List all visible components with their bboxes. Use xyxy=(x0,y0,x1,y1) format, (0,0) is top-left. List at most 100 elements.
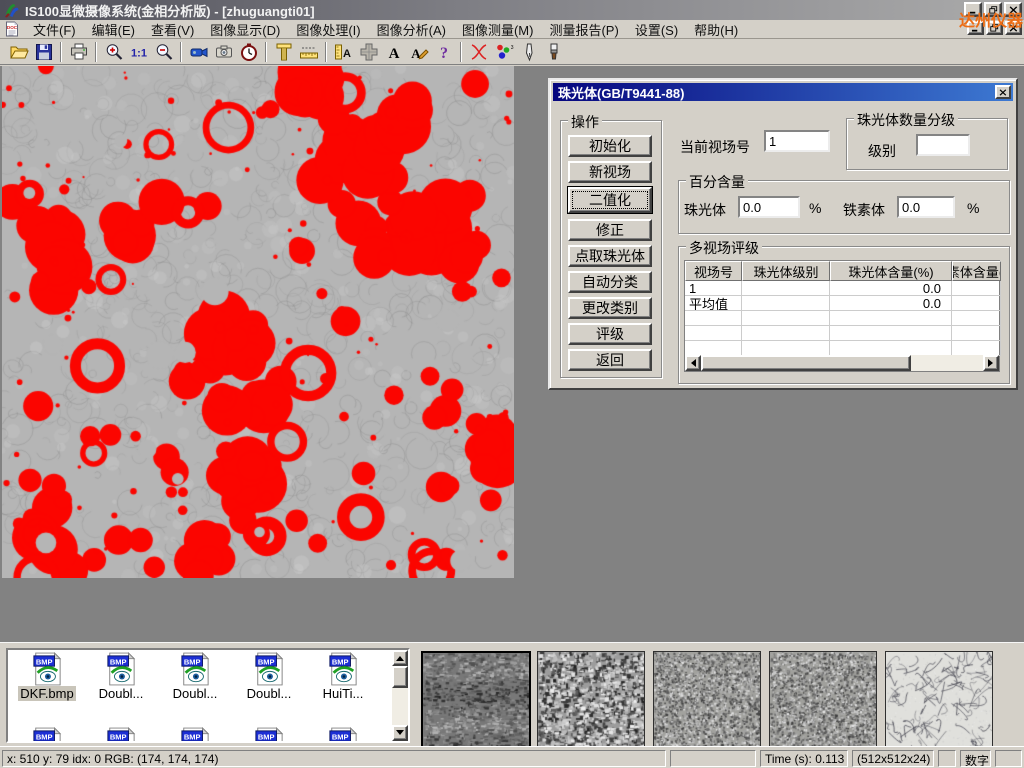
menu-item-4[interactable]: 图像处理(I) xyxy=(288,19,368,40)
scrollbar-thumb[interactable] xyxy=(392,666,408,688)
specimen-thumbnail-5[interactable] xyxy=(885,651,993,747)
save-icon[interactable] xyxy=(31,40,56,63)
dialog-close-button[interactable] xyxy=(995,85,1011,99)
file-item-partial-4[interactable]: BMP xyxy=(306,727,380,743)
table-row[interactable]: 平均值0.0 xyxy=(685,296,999,311)
op-button-correct[interactable]: 修正 xyxy=(568,219,652,241)
op-button-grade[interactable]: 评级 xyxy=(568,323,652,345)
op-button-return[interactable]: 返回 xyxy=(568,349,652,371)
restore-button[interactable] xyxy=(984,2,1002,17)
scroll-right-arrow-icon[interactable] xyxy=(983,355,999,371)
file-item-3[interactable]: BMPDoubl... xyxy=(232,652,306,701)
pearlite-percent-input[interactable]: 0.0 xyxy=(738,196,800,218)
file-item-4[interactable]: BMPHuiTi... xyxy=(306,652,380,701)
specimen-thumbnail-4[interactable] xyxy=(769,651,877,747)
menu-item-8[interactable]: 设置(S) xyxy=(627,19,686,40)
file-item-partial-1[interactable]: BMP xyxy=(84,727,158,743)
title-bar: IS100显微摄像系统(金相分析版) - [zhuguangti01] xyxy=(0,0,1024,20)
spline-tool-icon[interactable] xyxy=(466,40,491,63)
timer-clock-icon[interactable] xyxy=(236,40,261,63)
mdi-close-button[interactable] xyxy=(1005,21,1022,35)
specimen-thumbnail-3[interactable] xyxy=(653,651,761,747)
op-button-new-field[interactable]: 新视场 xyxy=(568,161,652,183)
multi-view-table[interactable]: 视场号珠光体级别珠光体含量(%)铁素体含量(%) 10.0平均值0.0 xyxy=(684,260,1000,372)
paint-brush-icon[interactable] xyxy=(541,40,566,63)
op-button-change-class[interactable]: 更改类别 xyxy=(568,297,652,319)
help-icon[interactable]: ? xyxy=(431,40,456,63)
current-view-input[interactable]: 1 xyxy=(764,130,830,152)
table-header-1[interactable]: 珠光体级别 xyxy=(742,261,830,281)
capture-camera-icon[interactable] xyxy=(211,40,236,63)
metallographic-image[interactable] xyxy=(2,66,514,578)
actual-size-icon[interactable]: 1:1 xyxy=(126,40,151,63)
level-input[interactable] xyxy=(916,134,970,156)
window-title: IS100显微摄像系统(金相分析版) - [zhuguangti01] xyxy=(25,1,315,20)
ferrite-percent-input[interactable]: 0.0 xyxy=(897,196,955,218)
classify-balls-icon[interactable]: 3 xyxy=(491,40,516,63)
open-folder-icon[interactable] xyxy=(6,40,31,63)
specimen-thumbnail-2[interactable] xyxy=(537,651,645,747)
table-header-3[interactable]: 铁素体含量(%) xyxy=(952,261,1001,281)
menu-item-3[interactable]: 图像显示(D) xyxy=(202,19,288,40)
table-cell: 1 xyxy=(685,281,742,296)
ruler-horizontal-icon[interactable] xyxy=(296,40,321,63)
menu-item-6[interactable]: 图像测量(M) xyxy=(454,19,542,40)
grid-cross-icon[interactable] xyxy=(356,40,381,63)
file-item-partial-2[interactable]: BMP xyxy=(158,727,232,743)
close-button[interactable] xyxy=(1004,2,1022,17)
file-item-partial-3[interactable]: BMP xyxy=(232,727,306,743)
mdi-restore-button[interactable] xyxy=(986,21,1003,35)
zoom-out-icon[interactable] xyxy=(151,40,176,63)
menu-item-7[interactable]: 测量报告(P) xyxy=(541,19,626,40)
menu-item-9[interactable]: 帮助(H) xyxy=(686,19,746,40)
file-item-1[interactable]: BMPDoubl... xyxy=(84,652,158,701)
caliper-vertical-icon[interactable] xyxy=(271,40,296,63)
scroll-left-arrow-icon[interactable] xyxy=(685,355,701,371)
picker-pen-icon[interactable] xyxy=(516,40,541,63)
scrollbar-thumb[interactable] xyxy=(701,355,911,371)
menu-item-0[interactable]: 文件(F) xyxy=(25,19,84,40)
op-button-binarize[interactable]: 二值化 xyxy=(568,187,652,213)
table-cell: 0.0 xyxy=(830,296,952,311)
scrollbar-track[interactable] xyxy=(911,355,983,371)
scroll-down-arrow-icon[interactable] xyxy=(392,725,408,741)
menu-item-5[interactable]: 图像分析(A) xyxy=(369,19,454,40)
status-bar: x: 510 y: 79 idx: 0 RGB: (174, 174, 174)… xyxy=(0,746,1024,768)
file-name: DKF.bmp xyxy=(18,686,75,701)
table-row[interactable] xyxy=(685,311,999,326)
file-list-scrollbar[interactable] xyxy=(392,650,408,741)
table-cell xyxy=(952,326,1001,341)
minimize-button[interactable] xyxy=(964,2,982,17)
op-button-initialize[interactable]: 初始化 xyxy=(568,135,652,157)
table-header-2[interactable]: 珠光体含量(%) xyxy=(830,261,952,281)
text-edit-icon[interactable]: A xyxy=(406,40,431,63)
svg-text:BMP: BMP xyxy=(110,657,127,666)
dialog-title-bar[interactable]: 珠光体(GB/T9441-88) xyxy=(553,83,1013,101)
specimen-thumbnail-1[interactable] xyxy=(421,651,531,749)
file-item-0[interactable]: BMPDKF.bmp xyxy=(10,652,84,701)
video-camera-icon[interactable] xyxy=(186,40,211,63)
mdi-minimize-button[interactable] xyxy=(967,21,984,35)
file-item-2[interactable]: BMPDoubl... xyxy=(158,652,232,701)
document-icon[interactable]: DOC xyxy=(4,21,20,37)
image-size-status: (512x512x24) xyxy=(852,750,934,767)
table-row[interactable] xyxy=(685,326,999,341)
print-icon[interactable] xyxy=(66,40,91,63)
table-row[interactable]: 10.0 xyxy=(685,281,999,296)
table-horizontal-scrollbar[interactable] xyxy=(685,355,999,371)
op-button-pick-pearlite[interactable]: 点取珠光体 xyxy=(568,245,652,267)
pearlite-dialog: 珠光体(GB/T9441-88) 操作 初始化新视场二值化修正点取珠光体自动分类… xyxy=(548,78,1018,390)
text-a-icon[interactable]: A xyxy=(381,40,406,63)
table-header-0[interactable]: 视场号 xyxy=(685,261,742,281)
bmp-file-icon: BMP xyxy=(328,652,358,686)
file-item-partial-0[interactable]: BMP xyxy=(10,727,84,743)
menu-item-2[interactable]: 查看(V) xyxy=(143,19,202,40)
scroll-up-arrow-icon[interactable] xyxy=(392,650,408,666)
toolbar-separator xyxy=(460,42,462,62)
menu-item-1[interactable]: 编辑(E) xyxy=(84,19,143,40)
zoom-in-icon[interactable] xyxy=(101,40,126,63)
measure-font-icon[interactable]: A xyxy=(331,40,356,63)
op-button-auto-classify[interactable]: 自动分类 xyxy=(568,271,652,293)
svg-text:BMP: BMP xyxy=(110,732,127,741)
table-row[interactable] xyxy=(685,341,999,356)
